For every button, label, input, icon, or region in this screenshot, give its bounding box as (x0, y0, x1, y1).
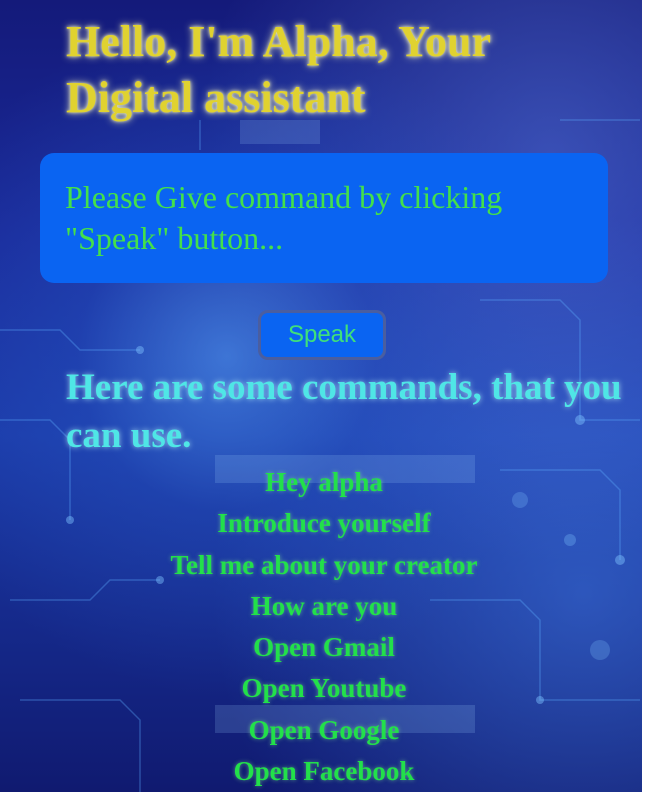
speak-button[interactable]: Speak (258, 310, 386, 360)
command-item: Open Google (248, 714, 400, 745)
command-item: Tell me about your creator (170, 549, 478, 580)
prompt-text: Please Give command by clicking "Speak" … (65, 179, 503, 256)
command-item: Open Facebook (233, 756, 415, 787)
prompt-box: Please Give command by clicking "Speak" … (40, 153, 608, 283)
command-item: Open Gmail (253, 632, 395, 663)
commands-heading: Here are some commands, that you can use… (66, 367, 622, 456)
command-item: Introduce yourself (217, 508, 431, 539)
command-item: Open Youtube (241, 673, 407, 704)
page-title: Hello, I'm Alpha, Your Digital assistant (66, 17, 491, 122)
command-item: How are you (250, 590, 398, 621)
command-item: Hey alpha (265, 467, 383, 497)
command-list: Hey alpha Introduce yourself Tell me abo… (0, 462, 648, 792)
